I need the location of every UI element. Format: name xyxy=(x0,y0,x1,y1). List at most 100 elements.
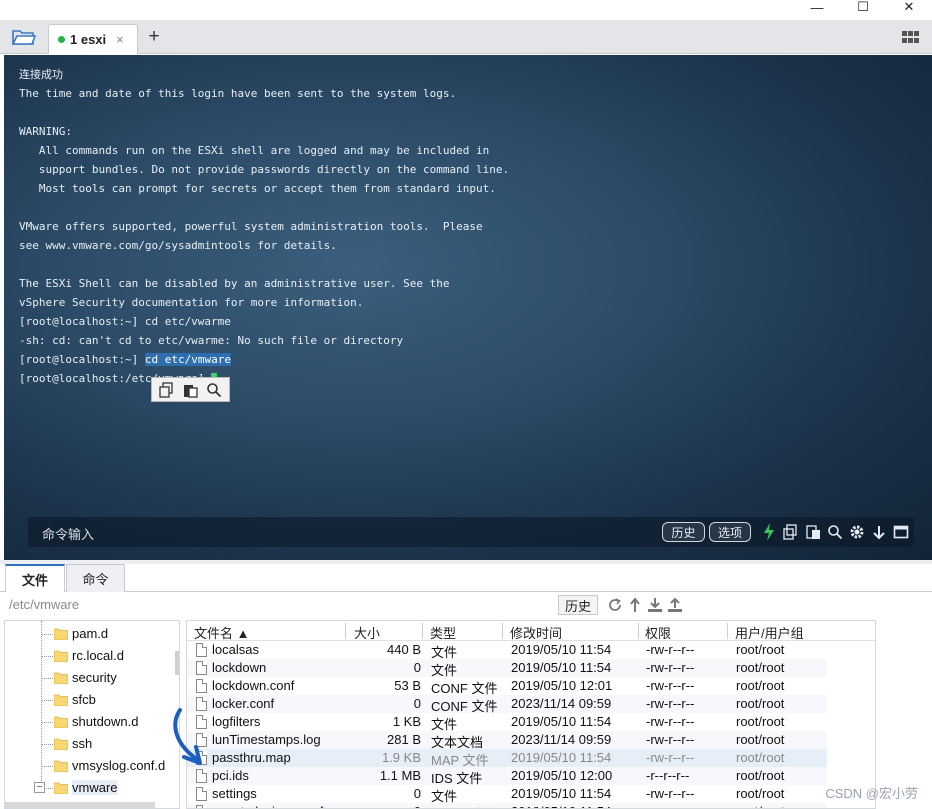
options-button[interactable]: 选项 xyxy=(709,522,751,542)
column-header-name[interactable]: 文件名 ▲ xyxy=(194,623,249,642)
add-tab-button[interactable]: + xyxy=(145,26,163,48)
panel-tab-bar: 文件 命令 xyxy=(0,564,932,592)
tree-item[interactable]: pam.d xyxy=(5,623,179,645)
paste-icon[interactable] xyxy=(182,382,199,398)
refresh-icon[interactable] xyxy=(606,596,624,614)
tree-connector xyxy=(41,678,53,679)
tree-item-label: vmsyslog.conf.d xyxy=(72,758,166,773)
search-icon[interactable] xyxy=(206,382,222,398)
row-background xyxy=(187,695,827,713)
column-header-modified[interactable]: 修改时间 xyxy=(510,623,562,642)
column-header-permissions[interactable]: 权限 xyxy=(645,623,671,642)
file-row[interactable]: logfilters 1 KB 文件 2019/05/10 11:54 -rw-r--r… xyxy=(187,713,875,732)
tree-item-label: ssh xyxy=(72,736,93,751)
tree-item[interactable]: vmware − xyxy=(5,777,179,799)
layout-grid-icon[interactable] xyxy=(902,31,920,44)
command-input-bar[interactable]: 命令输入 历史 选项 xyxy=(28,517,914,547)
close-button[interactable]: ✕ xyxy=(886,0,932,14)
tree-item[interactable]: security xyxy=(5,667,179,689)
up-directory-icon[interactable] xyxy=(626,596,644,614)
tab-close-icon[interactable]: × xyxy=(116,32,124,47)
file-size: 53 B xyxy=(394,678,421,693)
file-size: 1.9 KB xyxy=(381,750,421,765)
file-row[interactable]: lunTimestamps.log 281 B 文本文档 2023/11/14 09:… xyxy=(187,731,875,750)
terminal-line: Most tools can prompt for secrets or acc… xyxy=(19,182,496,195)
file-row[interactable]: pci.ids 1.1 MB IDS 文件 2019/05/10 12:00 -r--r… xyxy=(187,767,875,786)
tree-item[interactable]: ssh xyxy=(5,733,179,755)
terminal-area[interactable]: 连接成功 The time and date of this login have… xyxy=(4,55,932,560)
row-background xyxy=(187,767,827,785)
row-background xyxy=(187,659,827,677)
file-icon xyxy=(196,661,207,675)
file-name: lockdown xyxy=(212,660,267,675)
file-owner: root/root xyxy=(736,714,785,729)
open-folder-icon[interactable] xyxy=(10,26,38,48)
tree-item[interactable]: rc.local.d xyxy=(5,645,179,667)
terminal-line: The ESXi Shell can be disabled by an adm… xyxy=(19,277,450,290)
file-modified: 2019/05/10 12:01 xyxy=(511,678,613,693)
file-row[interactable]: localsas 440 B 文件 2019/05/10 11:54 -rw-r--r-… xyxy=(187,641,875,660)
copy-icon[interactable] xyxy=(159,381,175,398)
tree-item[interactable]: sfcb xyxy=(5,689,179,711)
tree-connector xyxy=(41,700,53,701)
folder-icon xyxy=(53,627,69,641)
command-bar-icons xyxy=(760,521,910,543)
folder-icon xyxy=(53,693,69,707)
file-owner: root/root xyxy=(736,768,785,783)
collapse-icon[interactable]: − xyxy=(34,782,45,793)
file-permissions: -rw-r--r-- xyxy=(646,732,695,747)
file-permissions: -rw-r--r-- xyxy=(646,786,695,801)
file-permissions: -rw-r--r-- xyxy=(646,678,695,693)
tree-item-label: rc.local.d xyxy=(72,648,125,663)
column-header-type[interactable]: 类型 xyxy=(430,623,456,642)
file-modified: 2019/05/10 11:54 xyxy=(511,804,611,808)
file-name: localsas xyxy=(212,642,259,657)
file-row[interactable]: settings 0 文件 2019/05/10 11:54 -rw-r--r-- roo… xyxy=(187,785,875,804)
search-icon[interactable] xyxy=(826,523,844,541)
maximize-button[interactable]: ☐ xyxy=(840,0,886,14)
terminal-prompt-line: [root@localhost:/etc/vmware] xyxy=(19,369,509,388)
tab-commands[interactable]: 命令 xyxy=(66,564,125,592)
arrow-down-icon[interactable] xyxy=(870,523,888,541)
path-input[interactable]: /etc/vmware xyxy=(9,597,79,612)
command-input-placeholder[interactable]: 命令输入 xyxy=(42,524,94,543)
column-header-size[interactable]: 大小 xyxy=(354,623,380,642)
connected-status-icon xyxy=(58,36,65,43)
file-owner: root/root xyxy=(736,696,785,711)
path-history-button[interactable]: 历史 xyxy=(558,595,598,615)
file-row[interactable]: lockdown 0 文件 2019/05/10 11:54 -rw-r--r-- roo… xyxy=(187,659,875,678)
file-row[interactable]: smartsdevices.conf 0 CONF 文件 2019/05/10 11:… xyxy=(187,803,875,808)
file-row[interactable]: locker.conf 0 CONF 文件 2023/11/14 09:59 -rw-r… xyxy=(187,695,875,714)
tree-horizontal-scrollbar[interactable] xyxy=(5,802,155,808)
file-size: 1.1 MB xyxy=(379,768,421,783)
file-row[interactable]: lockdown.conf 53 B CONF 文件 2019/05/10 12:01… xyxy=(187,677,875,696)
upload-icon[interactable] xyxy=(666,596,684,614)
tree-item[interactable]: vmsyslog.conf.d xyxy=(5,755,179,777)
file-modified: 2023/11/14 09:59 xyxy=(511,732,612,747)
tree-item[interactable]: shutdown.d xyxy=(5,711,179,733)
tree-item-label: sfcb xyxy=(72,692,96,707)
file-size: 0 xyxy=(413,786,421,801)
lightning-icon[interactable] xyxy=(760,523,778,541)
file-icon xyxy=(196,679,207,693)
column-header-owner[interactable]: 用户/用户组 xyxy=(735,623,804,642)
file-permissions: -rw-r--r-- xyxy=(646,660,695,675)
window-icon[interactable] xyxy=(892,523,910,541)
file-permissions: -rw-r--r-- xyxy=(646,804,694,808)
minimize-button[interactable]: — xyxy=(794,0,840,15)
paste-icon[interactable] xyxy=(804,523,822,541)
gear-icon[interactable] xyxy=(848,523,866,541)
file-modified: 2023/11/14 09:59 xyxy=(511,696,612,711)
tab-esxi[interactable]: 1 esxi × xyxy=(48,24,138,54)
watermark: CSDN @宏小劳 xyxy=(825,786,918,801)
tab-files[interactable]: 文件 xyxy=(5,564,65,592)
file-size: 0 xyxy=(414,804,421,808)
history-button[interactable]: 历史 xyxy=(662,522,705,542)
file-size: 281 B xyxy=(387,732,421,747)
file-row[interactable]: passthru.map 1.9 KB MAP 文件 2019/05/10 11:54… xyxy=(187,749,875,768)
tree-scrollbar[interactable] xyxy=(175,651,179,675)
download-icon[interactable] xyxy=(646,596,664,614)
file-size: 0 xyxy=(413,696,421,711)
terminal-line: VMware offers supported, powerful system… xyxy=(19,220,483,233)
copy-icon[interactable] xyxy=(782,523,800,541)
